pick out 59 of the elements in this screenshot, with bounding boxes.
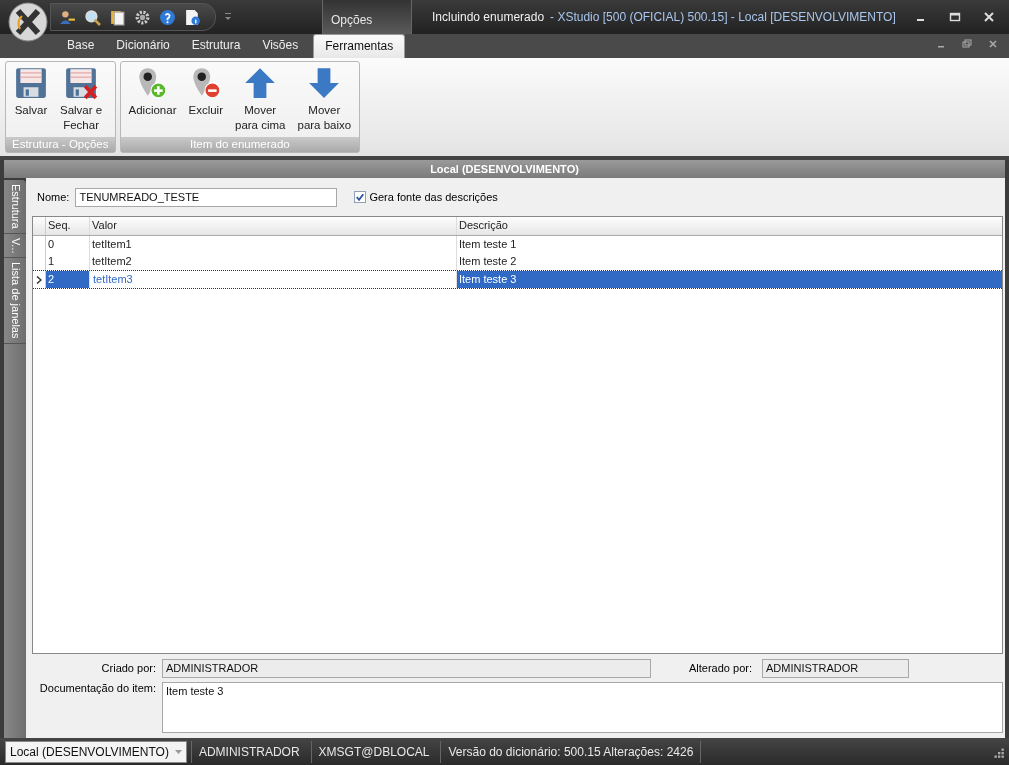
row-pointer-icon — [36, 275, 42, 284]
user-key-icon[interactable] — [59, 8, 76, 26]
window-title: Incluindo enumerado — [432, 10, 545, 24]
ribbon-group: Salvar Salvar e Fechar Estrutura - Opções — [5, 61, 116, 153]
created-by-field: ADMINISTRADOR — [162, 658, 651, 678]
name-field[interactable]: TENUMREADO_TESTE — [75, 187, 338, 207]
ribbon-button[interactable]: Salvar — [8, 64, 54, 137]
ribbon-group: Adicionar Excluir Mover para cima Mover para baixo Item do enumerado — [119, 61, 361, 153]
checkbox[interactable] — [354, 191, 367, 203]
floppy-disk-x-icon — [64, 66, 99, 100]
maximize-icon[interactable] — [949, 11, 961, 23]
ribbon-button[interactable]: Mover para cima — [229, 64, 292, 137]
help-icon[interactable] — [159, 8, 176, 26]
altered-by-label: Alterado por: — [689, 662, 752, 674]
ribbon-button[interactable]: Mover para baixo — [291, 64, 358, 137]
column-header[interactable]: Seq. — [46, 217, 90, 235]
status-item: XMSGT@DBLOCAL — [310, 740, 437, 763]
dropdown-icon — [174, 749, 182, 754]
application-title: - XStudio [500 (OFICIAL) 500.15] - Local [DESENVOLVIMENTO] — [550, 10, 896, 24]
documentation-field[interactable]: Item teste 3 — [162, 682, 1003, 733]
status-item: ADMINISTRADOR — [190, 740, 307, 763]
ribbon-button[interactable]: Excluir — [182, 64, 229, 137]
table-cell: tetItem3 — [90, 271, 457, 288]
status-item: Versão do dicionário: 500.15 Alterações: 2426 — [440, 740, 701, 763]
table-cell: 2 — [46, 271, 90, 288]
ribbon-tab[interactable]: Dicionário — [105, 34, 181, 58]
ribbon-tab[interactable]: Visões — [251, 34, 310, 58]
search-icon[interactable] — [84, 8, 101, 26]
column-header[interactable]: Valor — [90, 217, 457, 235]
ribbon-tab[interactable]: Estrutura — [180, 34, 252, 58]
created-by-label: Criado por: — [100, 662, 156, 674]
table-cell-text: Item teste 2 — [458, 254, 518, 269]
name-label: Nome: — [37, 191, 70, 203]
table-cell: tetItem2 — [90, 253, 457, 270]
table-row[interactable]: 0 tetItem1 Item teste 1 — [33, 236, 1002, 253]
table-row[interactable]: 1 tetItem2 Item teste 2 — [33, 253, 1002, 270]
contextual-tab-group: Opções — [322, 0, 412, 34]
table-cell: Item teste 3 — [457, 271, 1002, 288]
customize-dropdown-icon[interactable] — [224, 12, 232, 22]
table-cell: tetItem1 — [90, 236, 457, 253]
documentation-label: Documentação do item: — [38, 682, 156, 694]
documents-icon[interactable] — [109, 8, 126, 26]
ribbon-tab[interactable]: Base — [56, 34, 106, 58]
environment-dropdown[interactable]: Local (DESENVOLVIMENTO) — [5, 740, 187, 763]
ribbon-tab[interactable]: Ferramentas — [313, 34, 406, 58]
panel-title: Local (DESENVOLVIMENTO) — [4, 160, 1005, 178]
close-icon[interactable] — [983, 11, 995, 23]
altered-by-field: ADMINISTRADOR — [762, 658, 909, 678]
document-info-icon[interactable] — [184, 8, 201, 26]
checkbox-label[interactable]: Gera fonte das descrições — [354, 191, 498, 203]
table-cell: 0 — [46, 236, 90, 253]
table-row[interactable]: 2 tetItem3 Item teste 3 — [33, 270, 1002, 289]
settings-icon[interactable] — [134, 8, 151, 26]
ribbon-button[interactable]: Salvar e Fechar — [54, 64, 109, 137]
ribbon-button[interactable]: Adicionar — [122, 64, 183, 137]
table-cell: 1 — [46, 253, 90, 270]
column-header[interactable]: Descrição — [457, 217, 1002, 235]
table-cell-text: Item teste 1 — [458, 237, 518, 252]
restore-icon[interactable] — [961, 38, 973, 50]
